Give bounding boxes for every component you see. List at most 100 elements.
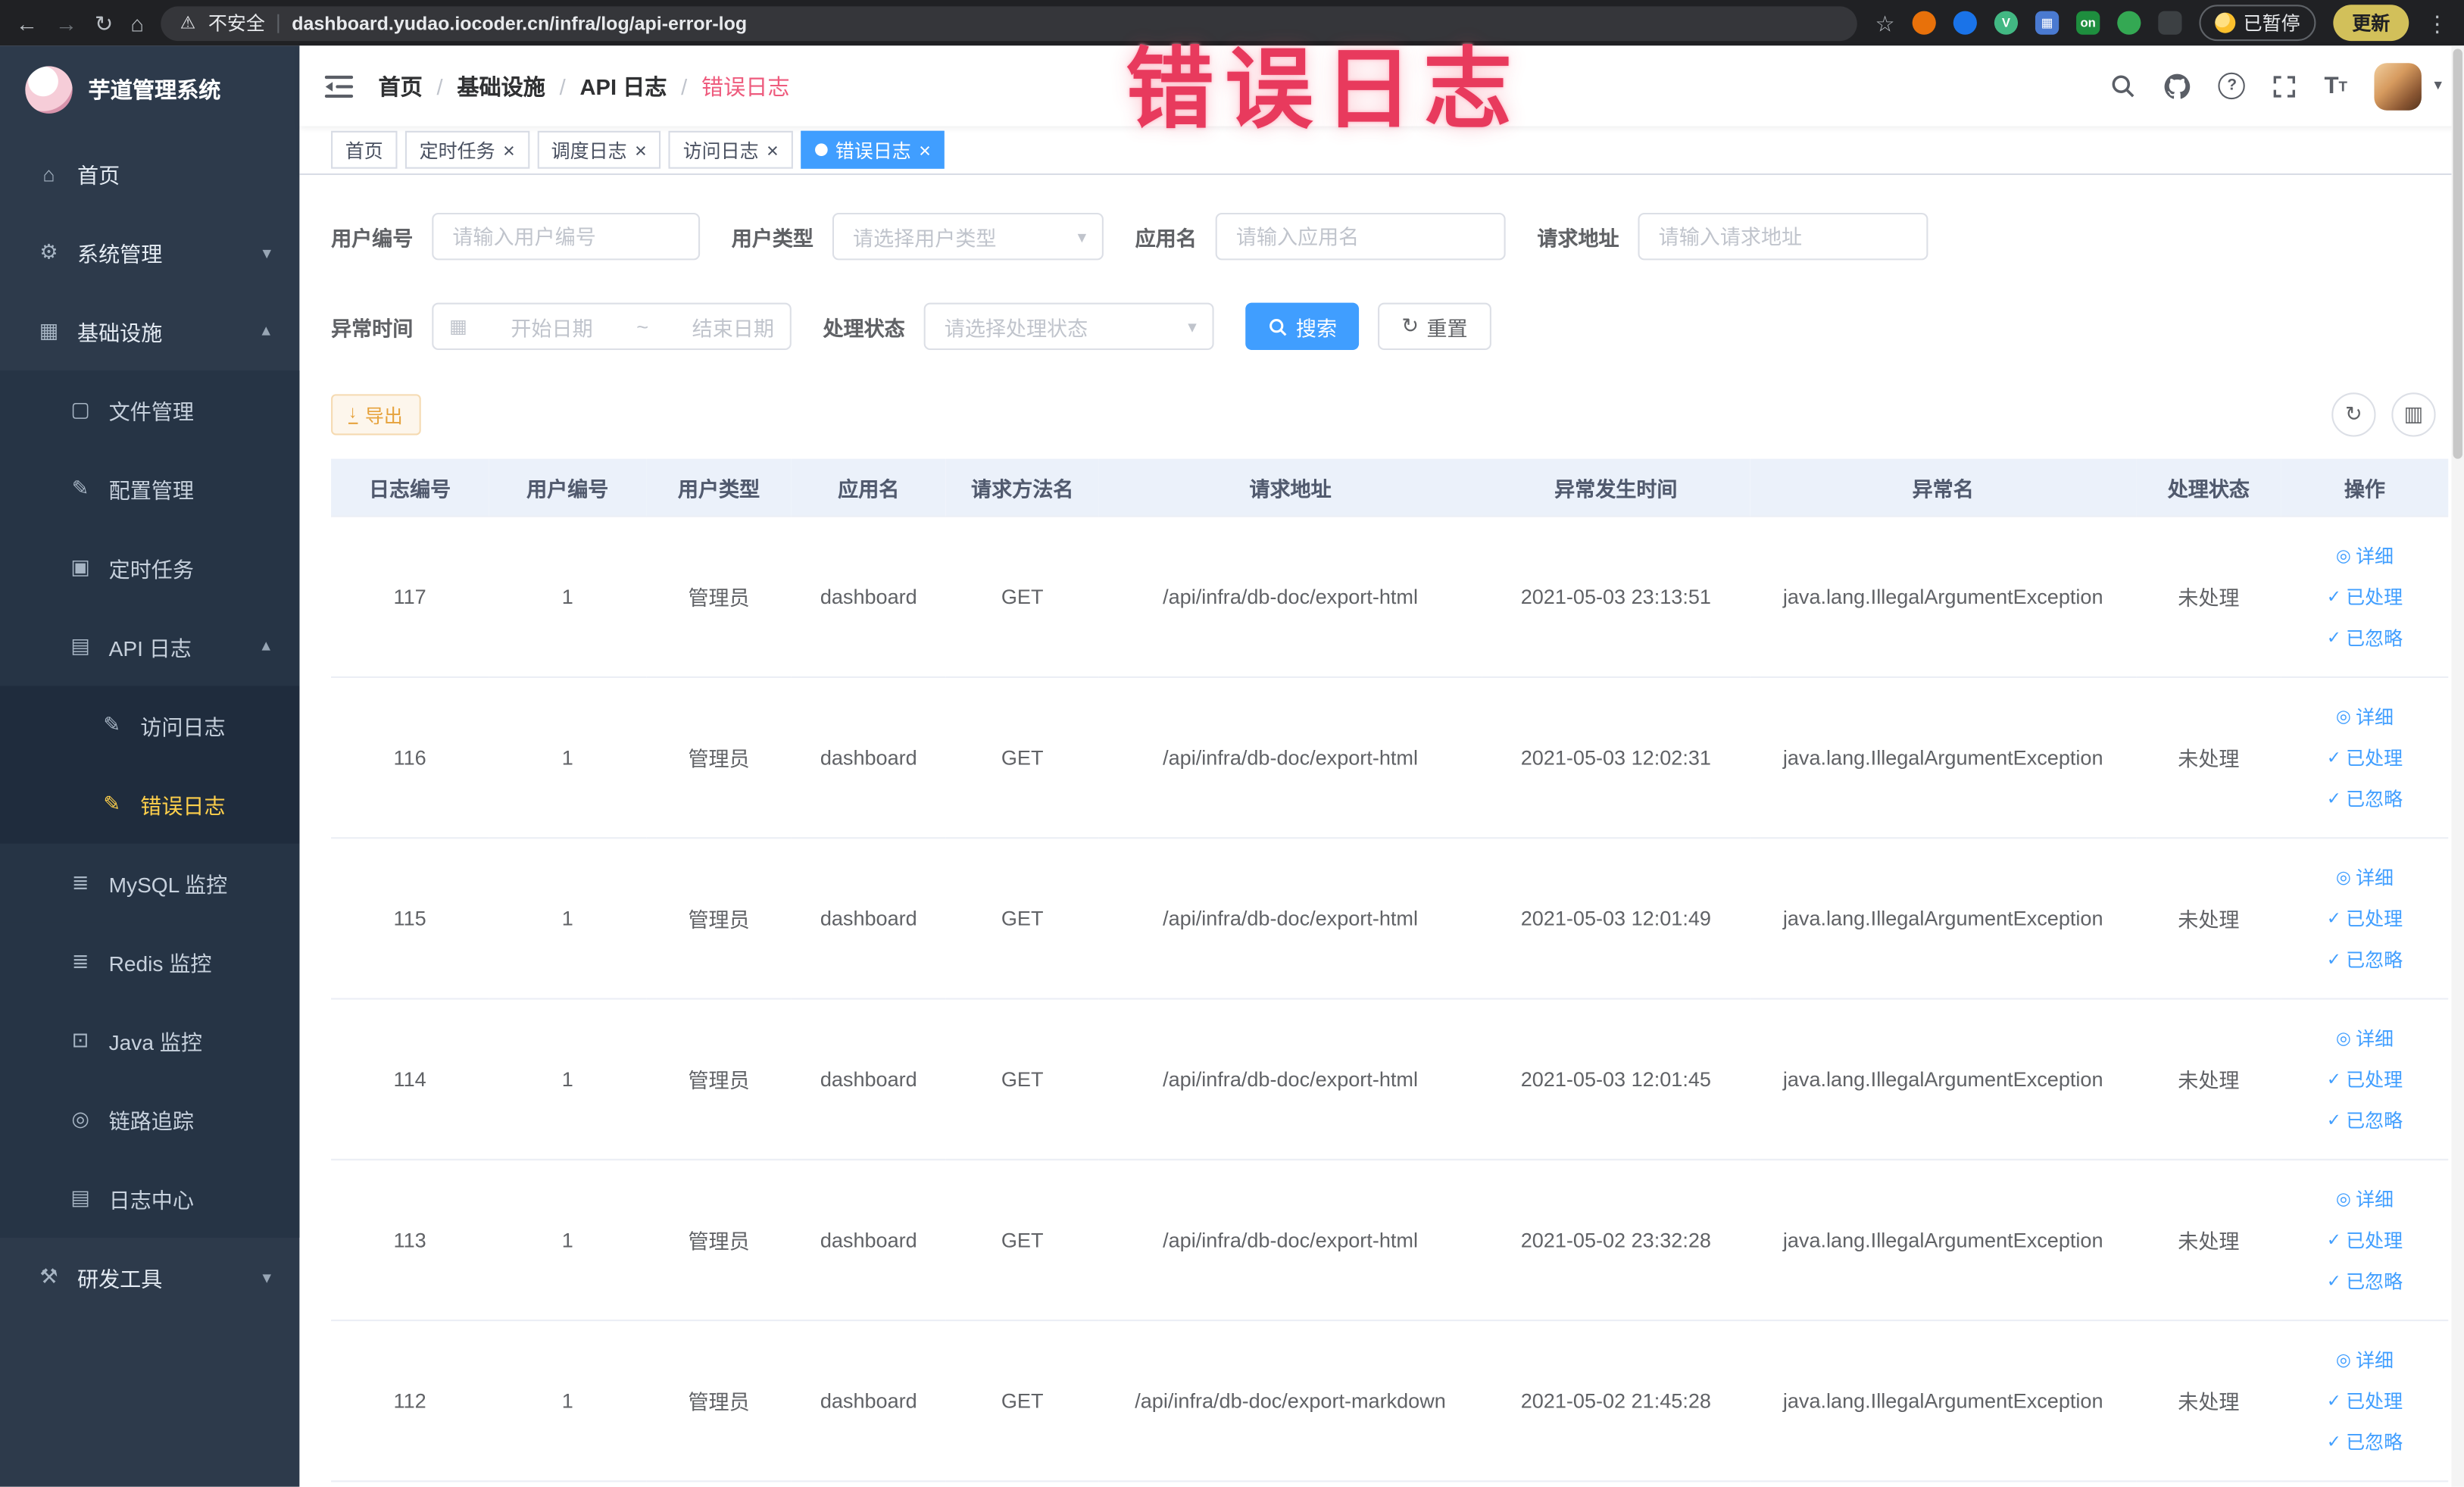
request-url-input[interactable] (1638, 212, 1928, 261)
breadcrumb-item[interactable]: 首页 (379, 70, 423, 102)
breadcrumb-item[interactable]: 基础设施 (457, 70, 545, 102)
chevron-up-icon: ▾ (262, 636, 271, 655)
sidebar-item[interactable]: ✎ 配置管理 (0, 449, 300, 529)
extension-icon-puzzle[interactable] (2158, 11, 2182, 35)
processed-link[interactable]: ✓ 已处理 (2288, 576, 2442, 617)
detail-link[interactable]: ◎ 详细 (2288, 536, 2442, 576)
sidebar-item[interactable]: ▤ API 日志 ▾ (0, 607, 300, 686)
close-icon[interactable]: × (767, 139, 779, 160)
sidebar-item[interactable]: ▢ 文件管理 (0, 370, 300, 450)
extension-icon-leaf[interactable] (2117, 11, 2141, 35)
sidebar-item[interactable]: ◎ 链路追踪 (0, 1079, 300, 1159)
user-type-select[interactable]: 请选择用户类型 ▾ (832, 212, 1104, 261)
processed-link[interactable]: ✓ 已处理 (2288, 737, 2442, 778)
detail-link[interactable]: ◎ 详细 (2288, 857, 2442, 898)
scrollbar-thumb[interactable] (2453, 48, 2462, 459)
view-tab[interactable]: 访问日志 × (668, 130, 793, 169)
extension-icon-grid[interactable]: ▦ (2035, 11, 2060, 35)
app-name-input[interactable] (1215, 212, 1506, 261)
browser-menu-icon[interactable]: ⋮ (2426, 12, 2448, 34)
user-id-input[interactable] (432, 212, 701, 261)
sidebar-item[interactable]: ≣ Redis 监控 (0, 922, 300, 1001)
top-navbar: 首页 / 基础设施 / API 日志 / 错误日志 ? T T ▾ (299, 45, 2464, 127)
sidebar-item[interactable]: ✎ 访问日志 (0, 686, 300, 765)
processed-link[interactable]: ✓ 已处理 (2288, 898, 2442, 939)
refresh-icon: ↻ (1401, 314, 1419, 338)
ignore-link[interactable]: ✓ 已忽略 (2288, 617, 2442, 658)
user-avatar[interactable] (2374, 62, 2422, 110)
close-icon[interactable]: × (919, 139, 931, 160)
detail-link[interactable]: ◎ 详细 (2288, 1017, 2442, 1058)
sidebar-item[interactable]: ▤ 日志中心 (0, 1158, 300, 1238)
extension-icon-on-badge[interactable]: on (2076, 11, 2100, 35)
close-icon[interactable]: × (503, 139, 515, 160)
bookmark-star-icon[interactable]: ☆ (1875, 12, 1895, 34)
tab-label: 调度日志 (551, 139, 627, 162)
view-tab[interactable]: 错误日志 × (800, 130, 945, 169)
refresh-table-button[interactable]: ↻ (2331, 392, 2376, 437)
check-icon: ✓ (2326, 1432, 2341, 1451)
detail-link[interactable]: ◎ 详细 (2288, 1339, 2442, 1380)
action-label: 详细 (2356, 866, 2394, 889)
sidebar-item[interactable]: ⚒ 研发工具 ▾ (0, 1238, 299, 1317)
search-icon[interactable] (2110, 73, 2136, 99)
export-button[interactable]: ↓ 导出 (331, 394, 420, 436)
github-icon[interactable] (2163, 72, 2191, 100)
view-tab[interactable]: 首页 (331, 130, 398, 169)
sidebar-item[interactable]: ⚙ 系统管理 ▾ (0, 213, 299, 292)
ignore-link[interactable]: ✓ 已忽略 (2288, 778, 2442, 819)
sidebar-item[interactable]: ≣ MySQL 监控 (0, 843, 300, 923)
reload-icon[interactable]: ↻ (95, 12, 113, 34)
processed-link[interactable]: ✓ 已处理 (2288, 1380, 2442, 1421)
page-scrollbar[interactable] (2451, 45, 2464, 1487)
view-tab[interactable]: 调度日志 × (536, 130, 661, 169)
browser-chrome: ← → ↻ ⌂ ⚠ 不安全 dashboard.yudao.iocoder.cn… (0, 0, 2464, 46)
browser-home-icon[interactable]: ⌂ (130, 12, 144, 34)
paused-badge[interactable]: 已暂停 (2199, 5, 2316, 42)
extension-icon-drop[interactable] (1953, 11, 1977, 35)
search-button[interactable]: 搜索 (1245, 302, 1360, 351)
detail-link[interactable]: ◎ 详细 (2288, 696, 2442, 737)
column-header: 处理状态 (2136, 458, 2281, 517)
scheduled-task-icon: ▣ (70, 555, 90, 579)
breadcrumb-item[interactable]: API 日志 (579, 70, 667, 102)
view-tab[interactable]: 定时任务 × (404, 130, 529, 169)
column-header: 用户编号 (489, 458, 647, 517)
security-warning-icon: ⚠ (180, 14, 196, 33)
log-id-cell: 112 (331, 1320, 489, 1482)
process-status-select[interactable]: 请选择处理状态 ▾ (923, 302, 1214, 351)
eye-icon: ◎ (2335, 1350, 2351, 1370)
security-warning-label: 不安全 (208, 12, 265, 35)
ignore-link[interactable]: ✓ 已忽略 (2288, 1100, 2442, 1141)
sidebar-collapse-button[interactable] (299, 73, 378, 98)
fullscreen-icon[interactable] (2272, 73, 2297, 98)
sidebar-item[interactable]: ⊡ Java 监控 (0, 1001, 300, 1080)
avatar-caret-down-icon[interactable]: ▾ (2434, 77, 2441, 95)
end-date-placeholder: 结束日期 (692, 316, 774, 340)
ignore-link[interactable]: ✓ 已忽略 (2288, 1261, 2442, 1301)
status-cell: 未处理 (2136, 1159, 2281, 1322)
processed-link[interactable]: ✓ 已处理 (2288, 1220, 2442, 1261)
sidebar-item[interactable]: ▦ 基础设施 ▾ (0, 292, 299, 370)
detail-link[interactable]: ◎ 详细 (2288, 1179, 2442, 1220)
address-bar[interactable]: ⚠ 不安全 dashboard.yudao.iocoder.cn/infra/l… (161, 5, 1858, 41)
exception-time-range-picker[interactable]: ▦ 开始日期 ~ 结束日期 (432, 302, 792, 351)
sidebar-item[interactable]: ✎ 错误日志 (0, 764, 300, 844)
browser-update-button[interactable]: 更新 (2333, 5, 2409, 42)
ignore-link[interactable]: ✓ 已忽略 (2288, 939, 2442, 979)
download-icon: ↓ (348, 405, 358, 424)
ignore-link[interactable]: ✓ 已忽略 (2288, 1421, 2442, 1462)
column-settings-button[interactable]: ▥ (2391, 392, 2436, 437)
sidebar-item[interactable]: ⌂ 首页 (0, 134, 299, 213)
extension-icon-orange[interactable] (1912, 11, 1936, 35)
font-size-icon[interactable]: TT (2324, 73, 2347, 99)
sidebar-item-label: API 日志 (108, 636, 192, 661)
back-icon[interactable]: ← (16, 12, 38, 34)
forward-icon[interactable]: → (55, 12, 77, 34)
processed-link[interactable]: ✓ 已处理 (2288, 1059, 2442, 1100)
reset-button[interactable]: ↻ 重置 (1378, 302, 1491, 351)
sidebar-item[interactable]: ▣ 定时任务 (0, 528, 300, 608)
help-icon[interactable]: ? (2219, 72, 2246, 100)
extension-icon-vue[interactable]: V (1994, 11, 2018, 35)
close-icon[interactable]: × (635, 139, 647, 160)
